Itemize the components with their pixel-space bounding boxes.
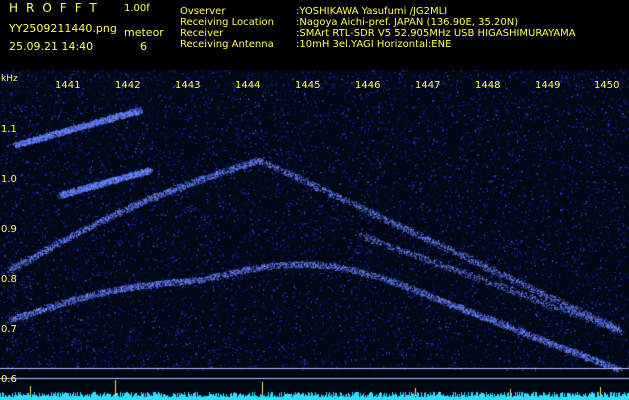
header-panel: HROFFT 1.00f YY2509211440.png meteor 25.…: [0, 0, 629, 70]
time-tick: 1448: [475, 80, 501, 91]
info-row-observer: Ovserver :YOSHIKAWA Yasufumi /JG2MLI: [180, 6, 576, 17]
info-key: Receiver: [180, 28, 224, 39]
freq-tick: 1.1: [1, 124, 17, 135]
time-tick: 1444: [235, 80, 261, 91]
meteor-count-value: 6: [140, 40, 147, 53]
time-tick: 1450: [594, 80, 620, 91]
freq-tick: 0.9: [1, 224, 17, 235]
time-tick: 1441: [55, 80, 81, 91]
freq-tick: 0.7: [1, 324, 17, 335]
time-tick: 1443: [175, 80, 201, 91]
info-row-antenna: Receiving Antenna :10mH 3el.YAGI Horizon…: [180, 39, 576, 50]
frequency-unit: kHz: [1, 74, 18, 84]
info-value: :Nagoya Aichi-pref. JAPAN (136.90E, 35.2…: [296, 17, 519, 28]
info-value: :SMArt RTL-SDR V5 52.905MHz USB HIGASHIM…: [296, 28, 576, 39]
info-row-receiver: Receiver :SMArt RTL-SDR V5 52.905MHz USB…: [180, 28, 576, 39]
time-tick: 1449: [535, 80, 561, 91]
time-tick: 1446: [355, 80, 381, 91]
info-key: Receiving Antenna: [180, 39, 274, 50]
file-name: YY2509211440.png: [9, 22, 117, 35]
info-row-location: Receiving Location :Nagoya Aichi-pref. J…: [180, 17, 576, 28]
freq-tick: 1.0: [1, 174, 17, 185]
info-key: Receiving Location: [180, 17, 274, 28]
meteor-count-label: meteor: [124, 26, 164, 39]
spectrogram: [0, 70, 629, 400]
station-info: Ovserver :YOSHIKAWA Yasufumi /JG2MLI Rec…: [180, 6, 576, 50]
freq-tick: 0.6: [1, 374, 17, 385]
time-tick: 1442: [115, 80, 141, 91]
capture-datetime: 25.09.21 14:40: [9, 40, 94, 53]
info-value: :10mH 3el.YAGI Horizontal:ENE: [296, 39, 452, 50]
freq-tick: 0.8: [1, 274, 17, 285]
time-tick: 1447: [415, 80, 441, 91]
app-version: 1.00f: [124, 3, 150, 14]
time-tick: 1445: [295, 80, 321, 91]
info-key: Ovserver: [180, 6, 226, 17]
info-value: :YOSHIKAWA Yasufumi /JG2MLI: [296, 6, 448, 17]
app-brand: HROFFT: [9, 1, 105, 15]
